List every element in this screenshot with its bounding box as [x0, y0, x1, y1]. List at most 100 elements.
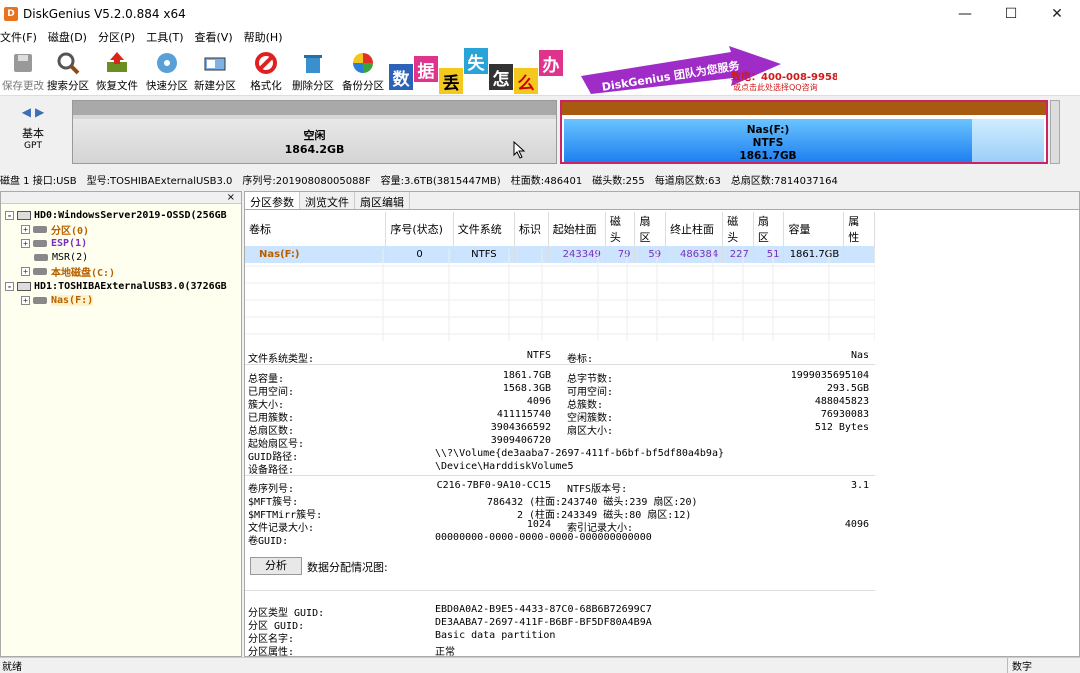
tab-partition-params[interactable]: 分区参数: [245, 192, 300, 209]
col-index[interactable]: 序号(状态): [385, 212, 454, 246]
numlock-indicator: 数字: [1007, 658, 1032, 673]
ntfs-name: Nas(F:): [746, 124, 790, 136]
disk-heads: 磁头数:255: [592, 175, 645, 187]
menu-partition[interactable]: 分区(P): [98, 29, 146, 45]
vol-value: Nas: [850, 350, 869, 361]
recover-icon: [103, 49, 131, 76]
col-start-head[interactable]: 磁头: [605, 212, 636, 246]
col-start-sector[interactable]: 扇区: [634, 212, 667, 246]
disk-interface: 磁盘 1 接口:USB: [0, 175, 77, 187]
vol-guid-value: 00000000-0000-0000-0000-000000000000: [435, 532, 652, 543]
hd1-label: HD1:TOSHIBAExternalUSB3.0(3726GB: [34, 280, 227, 292]
banner-qq: 或点击此处选择QQ咨询: [733, 83, 818, 92]
menu-view[interactable]: 查看(V): [195, 29, 244, 45]
free-label: 空闲: [303, 129, 326, 142]
banner-tile: 办: [539, 50, 563, 76]
analyze-button[interactable]: 分析: [250, 557, 302, 575]
quick-partition-button[interactable]: 快速分区: [144, 49, 190, 93]
distribution-label: 数据分配情况图:: [307, 561, 388, 574]
magnifier-icon: [54, 49, 82, 76]
format-label: 格式化: [250, 80, 282, 92]
menu-help[interactable]: 帮助(H): [244, 29, 289, 45]
menu-tools[interactable]: 工具(T): [146, 29, 194, 45]
col-fs[interactable]: 文件系统: [453, 212, 516, 246]
save-changes-button[interactable]: 保存更改: [0, 49, 46, 93]
app-icon: D: [4, 7, 18, 21]
disk-sectors-per-track: 每道扇区数:63: [654, 175, 721, 187]
disk-map: ◀ ▶ 基本 GPT 空闲 1864.2GB Nas(F:) NTFS 1861.…: [0, 97, 1080, 169]
disk-map-scrollbar[interactable]: [1050, 100, 1060, 164]
menu-bar: 文件(F) 磁盘(D) 分区(P) 工具(T) 查看(V) 帮助(H): [0, 28, 1080, 46]
disk-tree-pane: × - HD0:WindowsServer2019-OSSD(256GB + 分区(…: [0, 191, 242, 657]
total-bytes-value: 1999035695104: [790, 370, 869, 381]
sectors-value: 3904366592: [490, 422, 551, 433]
col-end-cyl[interactable]: 终止柱面: [665, 212, 724, 246]
ntfs-partition-block[interactable]: Nas(F:) NTFS 1861.7GB: [560, 100, 1048, 164]
tree-item-partition0[interactable]: + 分区(0): [21, 222, 90, 237]
partition-icon: [33, 239, 47, 247]
tree-item-msr[interactable]: MSR(2): [34, 250, 88, 264]
tree-item-nas[interactable]: + Nas(F:): [21, 293, 94, 307]
search-partition-button[interactable]: 搜索分区: [45, 49, 91, 93]
recover-files-button[interactable]: 恢复文件: [94, 49, 140, 93]
start-sector-value: 3909406720: [490, 435, 551, 446]
fs-type-value: NTFS: [526, 350, 551, 361]
partition-attr-key: 分区属性:: [248, 647, 295, 658]
advert-banner[interactable]: 数 据 丢 失 怎 么 办 DiskGenius 团队为您服务 致电：400-0…: [389, 46, 837, 95]
tree-item-local-c[interactable]: + 本地磁盘(C:): [21, 264, 116, 279]
col-attr[interactable]: 属性: [843, 212, 875, 246]
tree-item-esp[interactable]: + ESP(1): [21, 236, 87, 250]
divider: [245, 590, 875, 591]
menu-disk[interactable]: 磁盘(D): [48, 29, 98, 45]
tab-sector-edit[interactable]: 扇区编辑: [355, 192, 410, 209]
maximize-button[interactable]: ☐: [988, 0, 1034, 28]
guid-path-value: \\?\Volume{de3aaba7-2697-411f-b6bf-bf5df…: [435, 448, 724, 459]
disk-total-sectors: 总扇区数:7814037164: [730, 175, 838, 187]
col-end-sector[interactable]: 扇区: [753, 212, 785, 246]
table-header: 卷标 序号(状态) 文件系统 标识 起始柱面 磁头 扇区 终止柱面 磁头 扇区 …: [245, 212, 875, 246]
save-label: 保存更改: [2, 80, 44, 92]
menu-file[interactable]: 文件(F): [0, 29, 48, 45]
disk-info-bar: 磁盘 1 接口:USB 型号:TOSHIBAExternalUSB3.0 序列号…: [0, 170, 1080, 188]
col-start-cyl[interactable]: 起始柱面: [548, 212, 606, 246]
col-id[interactable]: 标识: [514, 212, 549, 246]
quick-label: 快速分区: [146, 80, 188, 92]
col-end-head[interactable]: 磁头: [722, 212, 754, 246]
next-disk-icon[interactable]: ▶: [35, 105, 44, 119]
col-label[interactable]: 卷标: [245, 212, 387, 246]
file-record-value: 1024: [526, 519, 551, 530]
format-button[interactable]: 格式化: [243, 49, 289, 93]
title-bar: D DiskGenius V5.2.0.884 x64 — ☐ ✕: [0, 0, 1080, 28]
banner-phone: 致电：400-008-9958: [731, 72, 837, 83]
banner-tile: 据: [414, 56, 438, 82]
local-c-label: 本地磁盘(C:): [51, 267, 116, 279]
nas-label: Nas(F:): [51, 294, 94, 306]
disk-type: 基本: [22, 127, 44, 140]
window-title: DiskGenius V5.2.0.884 x64: [23, 7, 186, 21]
disk-model: 型号:TOSHIBAExternalUSB3.0: [86, 175, 233, 187]
tree-item-hd0[interactable]: - HD0:WindowsServer2019-OSSD(256GB: [5, 208, 227, 222]
close-button[interactable]: ✕: [1034, 0, 1080, 28]
disk-serial: 序列号:20190808005088F: [242, 175, 371, 187]
sector-size-value: 512 Bytes: [814, 422, 869, 433]
free-space-block[interactable]: 空闲 1864.2GB: [72, 100, 557, 164]
tab-browse-files[interactable]: 浏览文件: [300, 192, 355, 209]
partition-info: 文件系统类型: NTFS 卷标: Nas 总容量: 1861.7GB 总字节数:…: [245, 350, 1080, 645]
close-pane-icon[interactable]: ×: [227, 192, 235, 203]
banner-tile: 数: [389, 64, 413, 90]
delete-partition-button[interactable]: 删除分区: [290, 49, 336, 93]
fs-type-key: 文件系统类型:: [248, 354, 315, 365]
partition0-label: 分区(0): [51, 225, 90, 237]
col-capacity[interactable]: 容量: [783, 212, 845, 246]
newpart-label: 新建分区: [194, 80, 236, 92]
new-partition-icon: [201, 49, 229, 76]
disk-scheme: GPT: [24, 141, 42, 151]
new-partition-button[interactable]: 新建分区: [192, 49, 238, 93]
tree-item-hd1[interactable]: - HD1:TOSHIBAExternalUSB3.0(3726GB: [5, 279, 227, 293]
save-icon: [9, 49, 37, 76]
divider: [245, 475, 875, 476]
prev-disk-icon[interactable]: ◀: [22, 105, 31, 119]
banner-tile: 丢: [439, 68, 463, 94]
minimize-button[interactable]: —: [942, 0, 988, 28]
backup-partition-button[interactable]: 备份分区: [340, 49, 386, 93]
